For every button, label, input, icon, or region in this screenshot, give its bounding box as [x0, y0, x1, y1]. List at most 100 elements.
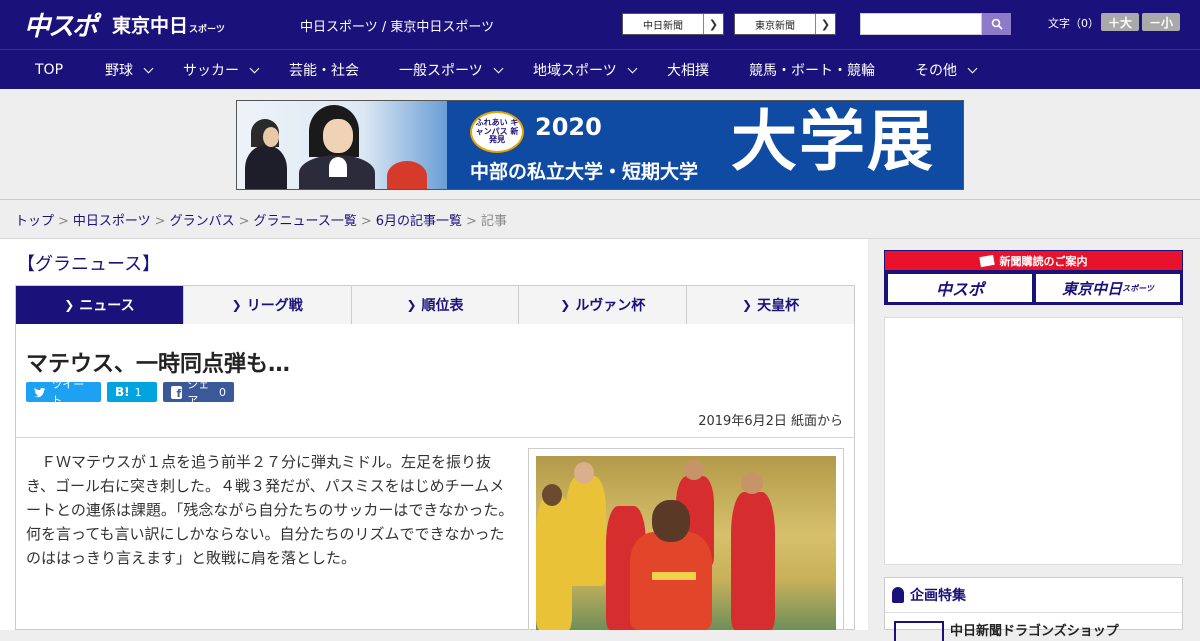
- tab-news[interactable]: ❯ ニュース: [16, 286, 184, 324]
- subscribe-banner[interactable]: 新聞購読のご案内 中スポ 東京中日 スポーツ: [884, 250, 1183, 305]
- facebook-label: シェア: [187, 378, 210, 407]
- nav-label: 地域スポーツ: [533, 63, 617, 79]
- nav-item-other[interactable]: その他: [915, 50, 978, 90]
- nav-item-local-sports[interactable]: 地域スポーツ: [533, 50, 638, 90]
- chevron-right-icon: ❯: [64, 298, 75, 312]
- nav-label: サッカー: [183, 63, 239, 79]
- nav-label: 競馬・ボート・競輪: [749, 63, 875, 79]
- banner-area: ふれあい キャンパス 新発見 2020 中部の私立大学・短期大学 大学展: [0, 89, 1200, 200]
- tokyo-logo-text: 東京中日: [112, 15, 189, 37]
- breadcrumb-grampus[interactable]: グランパス: [170, 214, 235, 229]
- breadcrumb-chunichi-sports[interactable]: 中日スポーツ: [73, 214, 151, 229]
- chevron-down-icon: [143, 63, 154, 73]
- tab-league[interactable]: ❯ リーグ戦: [183, 286, 352, 324]
- feature-title-text: 企画特集: [910, 588, 966, 604]
- chevron-down-icon: [249, 63, 260, 73]
- font-smaller-button[interactable]: －小: [1142, 13, 1180, 31]
- newspaper-icon: [978, 254, 995, 267]
- tab-standings[interactable]: ❯ 順位表: [351, 286, 520, 324]
- banner-headline: 大学展: [731, 103, 935, 180]
- banner-campus-logo: ふれあい キャンパス 新発見: [470, 111, 524, 153]
- breadcrumb-gura-news-list[interactable]: グラニュース一覧: [254, 214, 357, 229]
- main-nav: TOP 野球 サッカー 芸能・社会 一般スポーツ 地域スポーツ 大相撲 競馬・ボ…: [0, 49, 1200, 89]
- category-tabs: ❯ ニュース ❯ リーグ戦 ❯ 順位表 ❯ ルヴァン杯 ❯ 天皇杯: [15, 285, 855, 324]
- nav-label: 野球: [105, 63, 133, 79]
- chevron-down-icon: [493, 63, 504, 73]
- banner-students-photo: [237, 101, 447, 189]
- nav-label: 一般スポーツ: [399, 63, 483, 79]
- nav-item-general-sports[interactable]: 一般スポーツ: [399, 50, 504, 90]
- breadcrumb-current: 記事: [480, 214, 507, 229]
- ribbon-badge-icon: [892, 587, 904, 603]
- tab-levain-cup[interactable]: ❯ ルヴァン杯: [519, 286, 688, 324]
- breadcrumb-separator: >: [238, 214, 250, 229]
- tab-label: ルヴァン杯: [575, 298, 646, 314]
- breadcrumb: トップ > 中日スポーツ > グランパス > グラニュース一覧 >6月の記事一覧 > 記事: [15, 210, 507, 229]
- site-header: 中スポ 東京中日スポーツ 中日スポーツ / 東京中日スポーツ 中日新聞 ❯ 東京…: [0, 0, 1200, 49]
- tweet-button[interactable]: ツイート: [26, 378, 101, 407]
- chevron-right-icon: ❯: [703, 14, 723, 34]
- breadcrumb-top[interactable]: トップ: [15, 214, 54, 229]
- chevron-right-icon: ❯: [560, 298, 571, 312]
- tab-label: 順位表: [421, 298, 464, 314]
- chevron-right-icon: ❯: [742, 298, 753, 312]
- chunichi-shimbun-link[interactable]: 中日新聞 ❯: [622, 13, 724, 35]
- tokyo-shimbun-link[interactable]: 東京新聞 ❯: [734, 13, 836, 35]
- soccer-player-photo[interactable]: [536, 456, 836, 630]
- tab-label: ニュース: [79, 298, 135, 314]
- breadcrumb-separator: >: [466, 214, 477, 229]
- nav-item-top[interactable]: TOP: [35, 50, 63, 90]
- nav-label: 芸能・社会: [289, 63, 359, 79]
- nav-label: TOP: [35, 62, 64, 78]
- sidebar-ad-slot: [884, 317, 1183, 565]
- chevron-right-icon: ❯: [406, 298, 417, 312]
- article-body: ＦＷマテウスが１点を追う前半２７分に弾丸ミドル。左足を振り抜き、ゴール右に突き刺…: [26, 453, 514, 567]
- subscribe-tokyo-chunichi[interactable]: 東京中日 スポーツ: [1036, 274, 1180, 302]
- site-names: 中日スポーツ / 東京中日スポーツ: [300, 20, 495, 35]
- tab-label: 天皇杯: [757, 298, 800, 314]
- search-button[interactable]: [982, 13, 1011, 35]
- breadcrumb-separator: >: [360, 214, 372, 229]
- facebook-share-button[interactable]: f シェア 0: [163, 378, 234, 407]
- nav-label: その他: [915, 63, 957, 79]
- nav-item-soccer[interactable]: サッカー: [183, 50, 260, 90]
- subscribe-tokyo-text: 東京中日: [1062, 279, 1123, 298]
- subscribe-header: 新聞購読のご案内: [885, 251, 1182, 270]
- chevron-down-icon: [627, 63, 638, 73]
- chunichi-shimbun-label: 中日新聞: [643, 20, 683, 32]
- nav-item-entertainment[interactable]: 芸能・社会: [289, 50, 359, 90]
- subscribe-tokyo-small: スポーツ: [1122, 283, 1154, 293]
- tokyo-shimbun-label: 東京新聞: [755, 20, 795, 32]
- hatena-count: 1: [134, 385, 142, 399]
- hatena-bookmark-button[interactable]: B! 1: [107, 382, 157, 402]
- chuspo-logo[interactable]: 中スポ: [24, 6, 98, 43]
- nav-item-racing[interactable]: 競馬・ボート・競輪: [749, 50, 875, 90]
- feature-divider: [885, 612, 1182, 613]
- breadcrumb-separator: >: [58, 214, 69, 229]
- font-bigger-button[interactable]: ＋大: [1101, 13, 1139, 31]
- search-icon: [991, 18, 1003, 30]
- breadcrumb-june-articles[interactable]: 6月の記事一覧: [376, 214, 462, 229]
- subscribe-chuspo[interactable]: 中スポ: [888, 274, 1032, 302]
- tab-emperors-cup[interactable]: ❯ 天皇杯: [687, 286, 854, 324]
- facebook-count: 0: [219, 385, 226, 399]
- dragons-shop-icon: [894, 621, 944, 641]
- font-size-label: 文字（0）: [1048, 17, 1099, 30]
- article-divider: [15, 437, 855, 438]
- university-fair-banner[interactable]: ふれあい キャンパス 新発見 2020 中部の私立大学・短期大学 大学展: [236, 100, 964, 190]
- chevron-right-icon: ❯: [231, 298, 242, 312]
- nav-item-sumo[interactable]: 大相撲: [667, 50, 709, 90]
- article-date: 2019年6月2日 紙面から: [698, 414, 843, 429]
- feature-title: 企画特集: [892, 585, 966, 605]
- tokyo-chunichi-logo[interactable]: 東京中日スポーツ: [112, 11, 225, 38]
- banner-subtitle: 中部の私立大学・短期大学: [470, 161, 699, 183]
- tokyo-logo-small: スポーツ: [189, 25, 225, 35]
- chevron-right-icon: ❯: [815, 14, 835, 34]
- breadcrumb-separator: >: [154, 214, 166, 229]
- chevron-down-icon: [967, 63, 978, 73]
- twitter-icon: [34, 387, 46, 397]
- facebook-icon: f: [171, 385, 183, 399]
- search-input[interactable]: [860, 13, 982, 35]
- nav-item-baseball[interactable]: 野球: [105, 50, 154, 90]
- hatena-bookmark-icon: B!: [115, 385, 130, 399]
